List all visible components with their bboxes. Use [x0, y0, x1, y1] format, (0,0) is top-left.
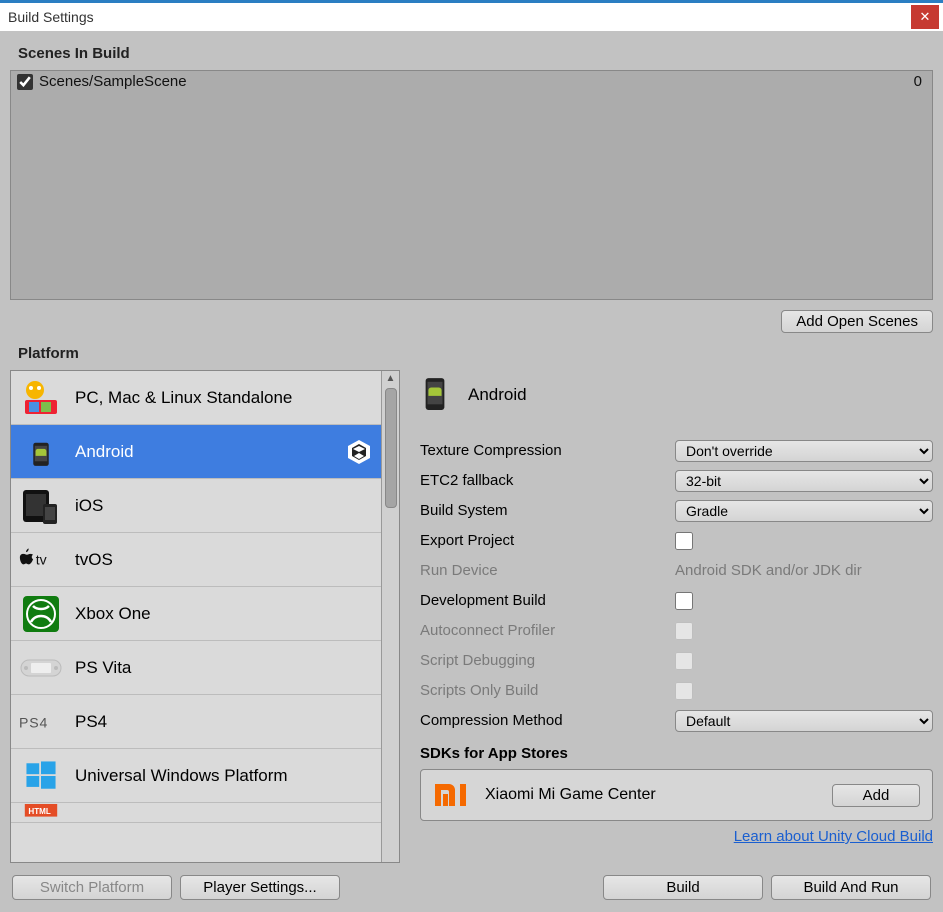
script-debugging-label: Script Debugging: [420, 652, 675, 669]
learn-cloud-build-link[interactable]: Learn about Unity Cloud Build: [734, 828, 933, 845]
texture-compression-select[interactable]: Don't override: [675, 440, 933, 462]
html-icon: HTML: [19, 804, 63, 822]
scroll-thumb[interactable]: [385, 388, 397, 508]
scene-checkbox[interactable]: [17, 74, 33, 90]
content-area: Scenes In Build Scenes/SampleScene 0 Add…: [0, 31, 943, 912]
platform-item-ios[interactable]: iOS: [11, 479, 381, 533]
windows-icon: [19, 754, 63, 798]
build-and-run-button[interactable]: Build And Run: [771, 875, 931, 900]
ps4-icon: PS4: [19, 700, 63, 744]
scene-index: 0: [914, 73, 926, 90]
build-settings-window: Build Settings ✕ Scenes In Build Scenes/…: [0, 0, 943, 912]
platform-item-pc[interactable]: PC, Mac & Linux Standalone: [11, 371, 381, 425]
sdk-add-button[interactable]: Add: [832, 784, 920, 807]
platform-scrollbar[interactable]: ▲: [381, 371, 399, 862]
sdk-name: Xiaomi Mi Game Center: [485, 786, 816, 804]
etc2-fallback-select[interactable]: 32-bit: [675, 470, 933, 492]
autoconnect-profiler-label: Autoconnect Profiler: [420, 622, 675, 639]
android-icon: [19, 430, 63, 474]
player-settings-button[interactable]: Player Settings...: [180, 875, 340, 900]
compression-method-select[interactable]: Default: [675, 710, 933, 732]
build-button[interactable]: Build: [603, 875, 763, 900]
svg-text:HTML: HTML: [28, 806, 50, 815]
svg-text:tv: tv: [36, 551, 47, 567]
run-device-value: Android SDK and/or JDK dir: [675, 562, 862, 579]
scenes-in-build-label: Scenes In Build: [18, 45, 933, 62]
platform-list[interactable]: PC, Mac & Linux Standalone Android: [10, 370, 400, 863]
scene-name: Scenes/SampleScene: [39, 73, 914, 90]
scene-row[interactable]: Scenes/SampleScene 0: [11, 71, 932, 92]
development-build-checkbox[interactable]: [675, 592, 693, 610]
ios-icon: [19, 484, 63, 528]
build-system-select[interactable]: Gradle: [675, 500, 933, 522]
svg-text:PS4: PS4: [19, 714, 48, 730]
platform-item-uwp[interactable]: Universal Windows Platform: [11, 749, 381, 803]
platform-label: Platform: [18, 345, 933, 362]
platform-label-text: Universal Windows Platform: [75, 766, 373, 786]
texture-compression-label: Texture Compression: [420, 442, 675, 459]
platform-label-text: iOS: [75, 496, 373, 516]
platform-item-psvita[interactable]: PS Vita: [11, 641, 381, 695]
window-title: Build Settings: [4, 9, 911, 25]
scripts-only-build-label: Scripts Only Build: [420, 682, 675, 699]
platform-item-android[interactable]: Android: [11, 425, 381, 479]
switch-platform-button: Switch Platform: [12, 875, 172, 900]
etc2-fallback-label: ETC2 fallback: [420, 472, 675, 489]
export-project-label: Export Project: [420, 532, 675, 549]
android-icon: [420, 376, 452, 414]
platform-item-xbox[interactable]: Xbox One: [11, 587, 381, 641]
platform-label-text: Android: [75, 442, 333, 462]
tvos-icon: tv: [19, 538, 63, 582]
script-debugging-checkbox: [675, 652, 693, 670]
run-device-label: Run Device: [420, 562, 675, 579]
details-title: Android: [468, 385, 527, 405]
platform-label-text: tvOS: [75, 550, 373, 570]
close-icon: ✕: [920, 9, 931, 25]
platform-label-text: PS Vita: [75, 658, 373, 678]
platform-item-html[interactable]: HTML: [11, 803, 381, 823]
build-system-label: Build System: [420, 502, 675, 519]
platform-label-text: PC, Mac & Linux Standalone: [75, 388, 373, 408]
pcmac-icon: [19, 376, 63, 420]
close-button[interactable]: ✕: [911, 5, 939, 29]
sdk-heading: SDKs for App Stores: [420, 745, 933, 762]
autoconnect-profiler-checkbox: [675, 622, 693, 640]
compression-method-label: Compression Method: [420, 712, 675, 729]
unity-logo-icon: [345, 438, 373, 466]
platform-item-tvos[interactable]: tv tvOS: [11, 533, 381, 587]
xiaomi-icon: [433, 780, 469, 810]
scripts-only-build-checkbox: [675, 682, 693, 700]
details-header: Android: [420, 376, 933, 414]
scroll-up-arrow[interactable]: ▲: [384, 371, 398, 386]
platform-label-text: PS4: [75, 712, 373, 732]
platform-area: PC, Mac & Linux Standalone Android: [10, 370, 933, 863]
xbox-icon: [19, 592, 63, 636]
scenes-list[interactable]: Scenes/SampleScene 0: [10, 70, 933, 300]
sdk-box: Xiaomi Mi Game Center Add: [420, 769, 933, 821]
platform-item-ps4[interactable]: PS4 PS4: [11, 695, 381, 749]
export-project-checkbox[interactable]: [675, 532, 693, 550]
title-bar: Build Settings ✕: [0, 3, 943, 31]
bottom-bar: Switch Platform Player Settings... Build…: [10, 869, 933, 902]
platform-label-text: Xbox One: [75, 604, 373, 624]
platform-details: Android Texture Compression Don't overri…: [420, 370, 933, 863]
psvita-icon: [19, 646, 63, 690]
development-build-label: Development Build: [420, 592, 675, 609]
add-open-scenes-button[interactable]: Add Open Scenes: [781, 310, 933, 333]
